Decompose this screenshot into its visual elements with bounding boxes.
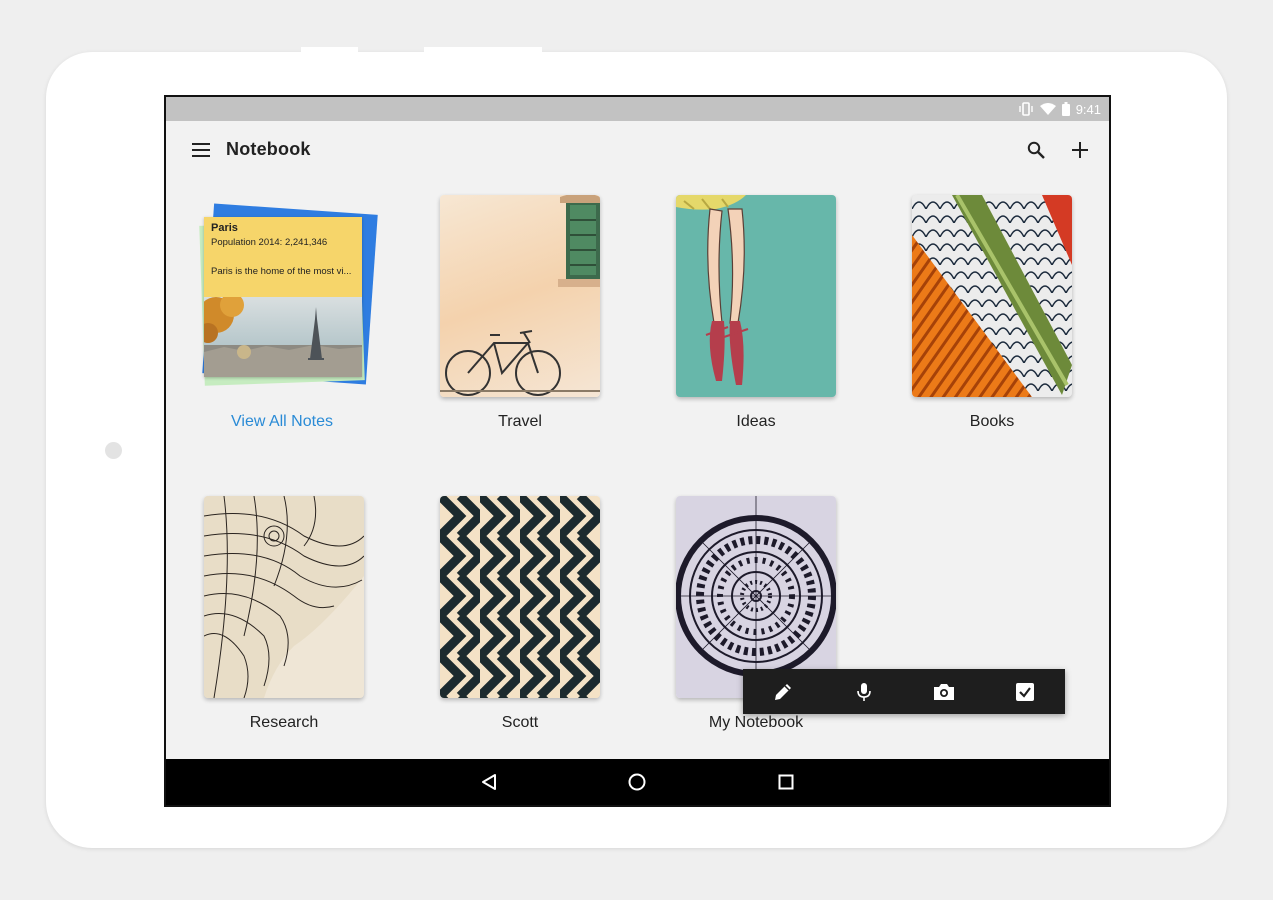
power-button <box>424 47 542 53</box>
search-icon[interactable] <box>1024 138 1048 162</box>
elephant-illustration <box>204 496 364 698</box>
notebook-cover <box>676 496 836 698</box>
note-line: Population 2014: 2,241,346 <box>211 237 328 248</box>
books-pattern <box>912 195 1072 397</box>
notebook-cover <box>440 496 600 698</box>
plus-icon[interactable] <box>1068 138 1092 162</box>
page-title: Notebook <box>226 139 311 159</box>
home-circle-icon[interactable] <box>626 771 648 793</box>
ballerina-illustration <box>676 195 749 385</box>
note-card: Paris Population 2014: 2,241,346 Paris i… <box>204 217 362 377</box>
front-camera <box>105 442 122 459</box>
menu-icon[interactable] <box>190 139 212 161</box>
status-bar: 9:41 <box>166 97 1109 121</box>
notebook-label: Travel <box>498 413 542 430</box>
notebook-cover <box>912 195 1072 397</box>
notebook-label: Books <box>969 413 1015 430</box>
volume-button <box>301 47 358 53</box>
app-bar: Notebook <box>166 121 1109 179</box>
notes-stack: Paris Population 2014: 2,241,346 Paris i… <box>199 203 378 387</box>
wifi-icon <box>1039 102 1056 116</box>
microphone-icon[interactable] <box>852 680 876 704</box>
pencil-icon[interactable] <box>771 680 795 704</box>
camera-icon[interactable] <box>932 680 956 704</box>
device-screen: 9:41 Notebook Paris Population 2014: 2,2… <box>164 95 1111 807</box>
bicycle-illustration <box>440 195 600 396</box>
quick-action-bar <box>743 669 1065 714</box>
note-line: Paris is the home of the most vi... <box>211 266 352 277</box>
notebook-cover <box>676 195 836 397</box>
sticky-note: Paris Population 2014: 2,241,346 Paris i… <box>204 217 362 297</box>
view-all-notes-link[interactable]: View All Notes <box>172 413 392 431</box>
notebook-cover <box>440 195 600 397</box>
recents-square-icon[interactable] <box>775 771 797 793</box>
notebook-label: Ideas <box>736 413 776 430</box>
note-title: Paris <box>211 222 238 234</box>
notebook-label: Research <box>249 714 319 731</box>
mandala-pattern <box>676 496 836 698</box>
checkbox-icon[interactable] <box>1013 680 1037 704</box>
notebook-label: Scott <box>501 714 539 731</box>
battery-icon <box>1061 102 1070 116</box>
paris-photo <box>204 297 362 377</box>
notebook-cover <box>204 496 364 698</box>
system-nav-bar <box>166 759 1109 805</box>
geometric-pattern <box>440 496 600 698</box>
status-time: 9:41 <box>1075 101 1101 117</box>
notebook-label: My Notebook <box>708 714 804 731</box>
vibrate-icon <box>1018 102 1034 116</box>
back-triangle-icon[interactable] <box>478 771 500 793</box>
